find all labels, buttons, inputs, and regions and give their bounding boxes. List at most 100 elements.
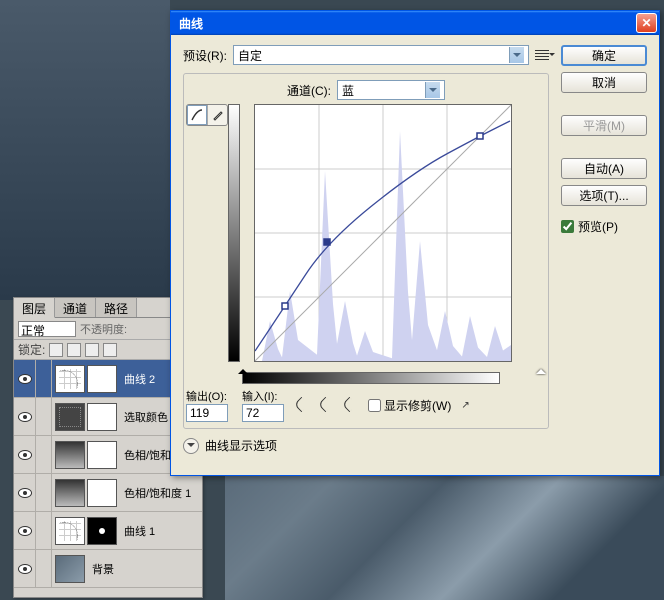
dialog-titlebar[interactable]: 曲线 ✕ <box>171 11 659 35</box>
layer-thumbnail[interactable] <box>55 517 85 545</box>
preview-checkbox[interactable]: 预览(P) <box>561 218 647 235</box>
output-input[interactable] <box>186 404 228 422</box>
curve-point[interactable] <box>324 239 330 245</box>
ok-button[interactable]: 确定 <box>561 45 647 66</box>
layer-thumbnail[interactable] <box>55 441 85 469</box>
preview-input[interactable] <box>561 220 574 233</box>
link-col <box>36 360 52 397</box>
show-clipping-checkbox[interactable]: 显示修剪(W) <box>368 397 451 414</box>
eye-icon <box>18 450 32 460</box>
chevron-down-icon <box>425 82 440 98</box>
visibility-toggle[interactable] <box>14 398 36 435</box>
tab-layers[interactable]: 图层 <box>14 298 55 318</box>
eye-icon <box>18 526 32 536</box>
visibility-toggle[interactable] <box>14 474 36 511</box>
link-col <box>36 436 52 473</box>
layer-name[interactable]: 背景 <box>88 561 114 577</box>
curve-graph[interactable] <box>254 104 512 362</box>
channel-select[interactable]: 蓝 <box>337 80 445 100</box>
mask-thumbnail[interactable] <box>87 365 117 393</box>
show-clipping-input[interactable] <box>368 399 381 412</box>
layer-row[interactable]: 背景 <box>14 550 202 588</box>
layer-thumbnail[interactable] <box>55 403 85 431</box>
eye-icon <box>18 488 32 498</box>
black-point-slider[interactable] <box>238 364 248 374</box>
eye-icon <box>18 374 32 384</box>
show-clipping-label: 显示修剪(W) <box>384 397 451 414</box>
close-icon: ✕ <box>641 16 651 30</box>
curve-group: 通道(C): 蓝 <box>183 73 549 429</box>
input-label: 输入(I): <box>242 388 284 404</box>
lock-position-icon[interactable] <box>85 343 99 357</box>
curve-point[interactable] <box>282 303 288 309</box>
eye-icon <box>18 564 32 574</box>
options-button[interactable]: 选项(T)... <box>561 185 647 206</box>
layer-row[interactable]: 曲线 1 <box>14 512 202 550</box>
layer-name[interactable]: 选取颜色 <box>120 409 168 425</box>
pencil-tool-button[interactable] <box>207 105 227 125</box>
curves-dialog: 曲线 ✕ 预设(R): 自定 通道(C): 蓝 <box>170 10 660 476</box>
eye-icon <box>18 412 32 422</box>
auto-button[interactable]: 自动(A) <box>561 158 647 179</box>
curve-tool-buttons <box>186 104 228 126</box>
preview-label: 预览(P) <box>578 218 618 235</box>
layer-name[interactable]: 曲线 1 <box>120 523 155 539</box>
gray-eyedropper-icon[interactable] <box>318 397 334 413</box>
visibility-toggle[interactable] <box>14 512 36 549</box>
input-gradient <box>242 372 500 384</box>
cancel-button[interactable]: 取消 <box>561 72 647 93</box>
layer-name[interactable]: 色相/饱和度 1 <box>120 485 191 501</box>
lock-label: 锁定: <box>18 341 45 358</box>
lock-transparency-icon[interactable] <box>49 343 63 357</box>
smooth-button: 平滑(M) <box>561 115 647 136</box>
display-options-toggle[interactable] <box>183 438 199 454</box>
lock-all-icon[interactable] <box>103 343 117 357</box>
visibility-toggle[interactable] <box>14 436 36 473</box>
tab-channels[interactable]: 通道 <box>55 298 96 317</box>
preset-value: 自定 <box>238 47 262 64</box>
layer-row[interactable]: 色相/饱和度 1 <box>14 474 202 512</box>
curve-point-icon <box>190 108 204 122</box>
link-col <box>36 474 52 511</box>
expand-icon[interactable]: ↗ <box>461 400 469 411</box>
link-col <box>36 512 52 549</box>
lock-pixels-icon[interactable] <box>67 343 81 357</box>
output-label: 输出(O): <box>186 388 228 404</box>
output-gradient <box>228 104 240 362</box>
preset-select[interactable]: 自定 <box>233 45 529 65</box>
mask-thumbnail[interactable] <box>87 441 117 469</box>
link-col <box>36 398 52 435</box>
layer-name[interactable]: 色相/饱和 <box>120 447 171 463</box>
chevron-down-icon <box>509 47 524 63</box>
mask-thumbnail[interactable] <box>87 403 117 431</box>
point-tool-button[interactable] <box>187 105 207 125</box>
preset-menu-icon[interactable] <box>535 50 549 60</box>
close-button[interactable]: ✕ <box>636 13 657 33</box>
link-col <box>36 550 52 587</box>
blend-mode-value: 正常 <box>21 324 45 338</box>
tab-paths[interactable]: 路径 <box>96 298 137 317</box>
mask-thumbnail[interactable] <box>87 517 117 545</box>
opacity-label: 不透明度: <box>80 321 127 337</box>
channel-value: 蓝 <box>342 82 354 99</box>
background-image-bottom <box>225 476 664 600</box>
pencil-icon <box>211 108 225 122</box>
curve-point[interactable] <box>477 133 483 139</box>
layer-thumbnail[interactable] <box>55 555 85 583</box>
white-point-slider[interactable] <box>536 364 546 374</box>
dialog-title: 曲线 <box>179 15 203 32</box>
visibility-toggle[interactable] <box>14 550 36 587</box>
background-image-left <box>0 0 170 300</box>
mask-thumbnail[interactable] <box>87 479 117 507</box>
input-input[interactable] <box>242 404 284 422</box>
visibility-toggle[interactable] <box>14 360 36 397</box>
layer-thumbnail[interactable] <box>55 365 85 393</box>
preset-label: 预设(R): <box>183 47 227 64</box>
layer-name[interactable]: 曲线 2 <box>120 371 155 387</box>
layer-thumbnail[interactable] <box>55 479 85 507</box>
blend-mode-select[interactable]: 正常 <box>18 321 76 337</box>
white-eyedropper-icon[interactable] <box>342 397 358 413</box>
display-options-label: 曲线显示选项 <box>205 437 277 454</box>
black-eyedropper-icon[interactable] <box>294 397 310 413</box>
channel-label: 通道(C): <box>287 82 331 99</box>
